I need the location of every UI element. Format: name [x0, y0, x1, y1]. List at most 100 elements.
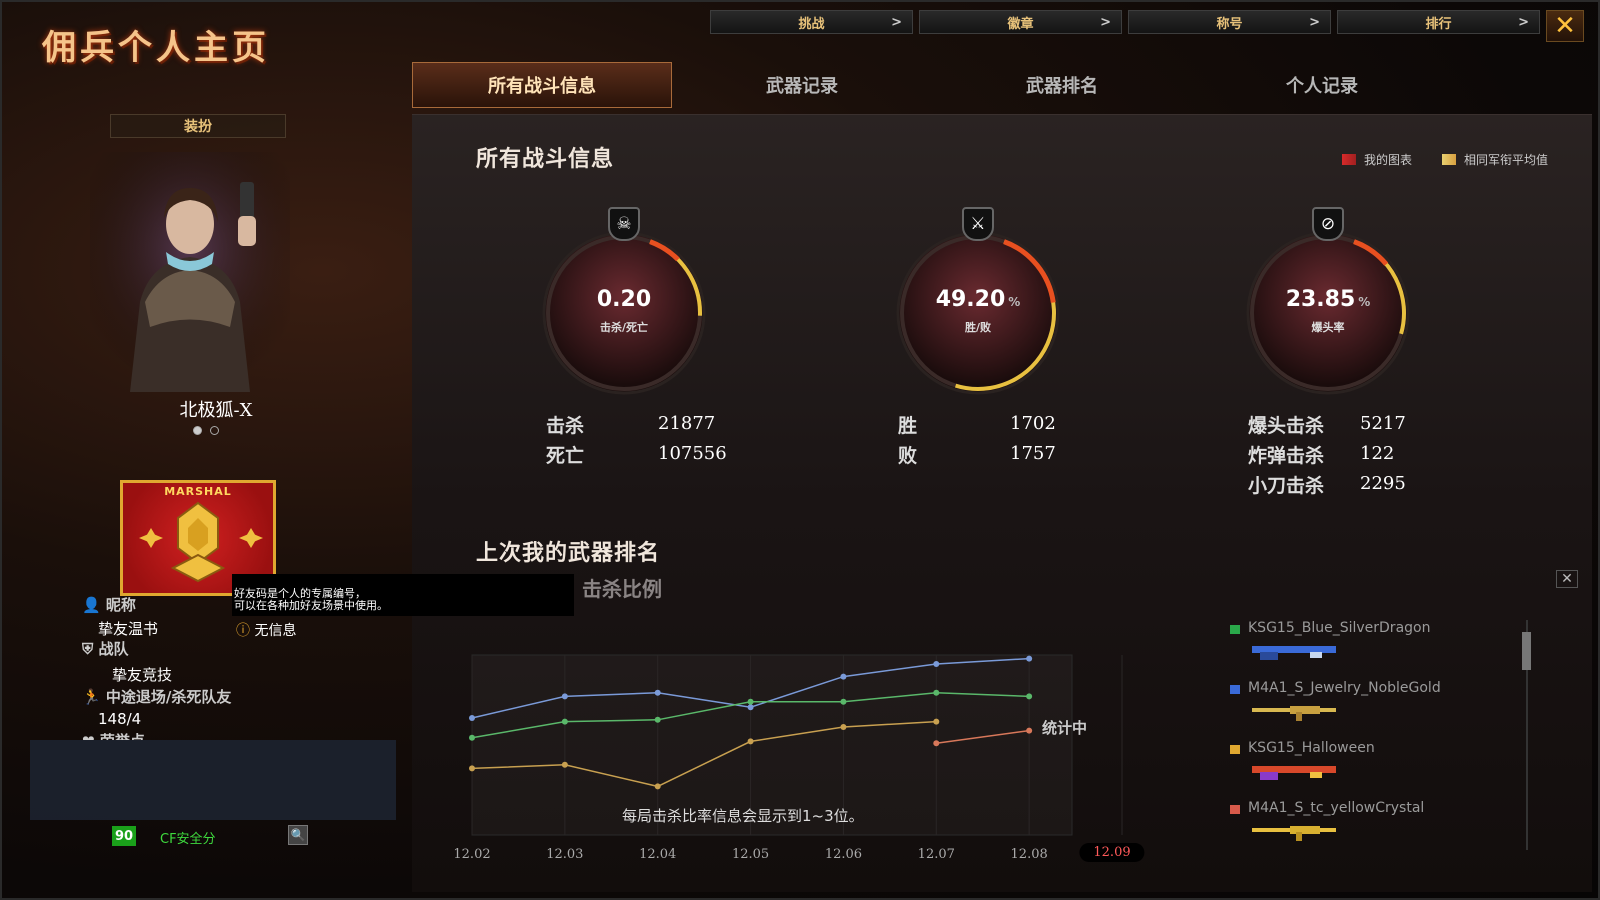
series-point: [747, 704, 754, 711]
legend-label: 我的图表: [1363, 153, 1412, 167]
nickname-label: 👤 昵称: [82, 594, 136, 615]
series-point: [840, 724, 847, 730]
weapon-list: KSG15_Blue_SilverDragon M4A1_S_Jewelry_N…: [1230, 620, 1520, 860]
weapon-rank-title: 上次我的武器排名: [476, 541, 661, 566]
legend-swatch: [1441, 154, 1456, 165]
pager-dot-active[interactable]: [193, 426, 202, 435]
shotgun-icon: [1252, 766, 1336, 780]
friend-code-tooltip: 好友码是个人的专属编号， 可以在各种加好友场景中使用。: [232, 574, 574, 616]
label-text: 荣誉点: [100, 732, 145, 740]
nav-label: 徽章: [1007, 16, 1034, 32]
weapon-item[interactable]: KSG15_Halloween: [1230, 740, 1520, 800]
help-icon[interactable]: ⓘ: [236, 623, 250, 639]
weapon-name: KSG15_Blue_SilverDragon: [1248, 620, 1431, 636]
gauge-unit: %: [1008, 295, 1021, 309]
profile-sidebar: 装扮 北极狐-X MARSHAL 好友码是个人的专属编号， 可以在各种加好友场景…: [30, 112, 574, 892]
series-point: [469, 734, 475, 741]
headshot-icon: ⊘: [1312, 207, 1344, 241]
gauge-value: 0.20: [534, 287, 714, 312]
gauge-value: 23.85%: [1238, 287, 1418, 312]
weapon-item[interactable]: KSG15_Blue_SilverDragon: [1230, 620, 1520, 680]
series-point: [469, 765, 475, 772]
gauge-ring: [542, 231, 706, 395]
kd-ratio-gauge: ☠ 0.20 击杀/死亡: [534, 207, 714, 403]
close-icon[interactable]: ✕: [1546, 10, 1584, 42]
gauge-face: [896, 231, 1060, 395]
nav-challenge-button[interactable]: 挑战 >: [710, 10, 913, 34]
chart-note: 每局击杀比率信息会显示到1~3位。: [622, 807, 864, 825]
series-point: [561, 761, 568, 768]
label-text: 中途退场/杀死队友: [105, 688, 232, 706]
bomb-kill-value: 122: [1360, 443, 1395, 464]
nav-badge-button[interactable]: 徽章 >: [919, 10, 1122, 34]
shield-icon: ⛨: [82, 640, 94, 658]
character-avatar[interactable]: [90, 152, 290, 392]
knife-kill-value: 2295: [1360, 473, 1406, 494]
close-icon[interactable]: ✕: [1556, 570, 1578, 588]
top-nav: 挑战 > 徽章 > 称号 > 排行 >: [710, 10, 1540, 34]
tab-all-battle-info[interactable]: 所有战斗信息: [412, 62, 672, 108]
legend-swatch: [1230, 805, 1240, 814]
gauge-label: 击杀/死亡: [599, 321, 649, 334]
tab-personal-records[interactable]: 个人记录: [1192, 62, 1452, 108]
legend-swatch: [1230, 685, 1240, 694]
weapon-item[interactable]: M4A1_S_Jewelry_NobleGold: [1230, 680, 1520, 740]
weapon-list-scrollbar[interactable]: [1520, 620, 1534, 850]
gauge-face: [542, 231, 706, 395]
knife-kill-label: 小刀击杀: [1248, 475, 1325, 497]
gauge-number: 0.20: [596, 287, 652, 312]
shotgun-icon: [1252, 646, 1336, 660]
x-tick-label: 12.08: [1010, 847, 1048, 862]
status-text: 无信息: [254, 623, 297, 639]
win-rate-gauge: ⚔ 49.20% 胜/败: [888, 207, 1068, 403]
nav-label: 挑战: [798, 16, 825, 32]
rank-text: MARSHAL: [164, 485, 232, 498]
gauge-number: 23.85: [1285, 287, 1356, 312]
nav-title-button[interactable]: 称号 >: [1128, 10, 1331, 34]
series-point: [933, 689, 940, 696]
rifle-icon: [1252, 706, 1336, 721]
security-score-label: CF安全分: [160, 832, 216, 847]
chart-legend: 我的图表 相同军衔平均值: [1341, 151, 1548, 168]
legend-label: 相同军衔平均值: [1463, 153, 1548, 167]
label-text: 昵称: [105, 596, 136, 614]
kill-label: 击杀: [546, 415, 585, 437]
running-man-icon: 🏃: [82, 688, 101, 706]
legend-average: 相同军衔平均值: [1441, 151, 1548, 168]
window-title: 佣兵个人主页: [42, 28, 270, 68]
profile-extra-box: [30, 740, 396, 820]
pager-dot[interactable]: [210, 426, 219, 435]
kill-value: 21877: [658, 413, 716, 434]
series-point: [747, 738, 754, 745]
series-point: [654, 716, 661, 723]
avatar-pager: [193, 426, 219, 435]
nav-label: 称号: [1216, 16, 1243, 32]
tab-weapon-records[interactable]: 武器记录: [672, 62, 932, 108]
quit-label: 🏃 中途退场/杀死队友: [82, 686, 231, 707]
series-point: [840, 673, 847, 680]
nav-ranking-button[interactable]: 排行 >: [1337, 10, 1540, 34]
legend-swatch: [1341, 154, 1356, 165]
skin-button[interactable]: 装扮: [110, 114, 286, 138]
weapon-name: M4A1_S_tc_yellowCrystal: [1248, 800, 1425, 816]
label-text: 战队: [98, 640, 129, 658]
team-value: 挚友竞技: [112, 666, 173, 684]
search-icon[interactable]: 🔍: [288, 825, 308, 845]
series-point: [654, 783, 661, 790]
likes-label: ❤ 荣誉点: [82, 730, 145, 740]
skull-crossbones-icon: ☠: [608, 207, 640, 241]
x-tick-active[interactable]: 12.09: [1079, 843, 1145, 862]
lose-label: 败: [898, 445, 918, 467]
legend-swatch: [1230, 625, 1240, 634]
battle-info-panel: 所有战斗信息 我的图表 相同军衔平均值 ☠ 0.20 击杀/死亡 ⚔ 49.20% 胜/…: [412, 114, 1592, 892]
weapon-item[interactable]: M4A1_S_tc_yellowCrystal: [1230, 800, 1520, 860]
weapon-rank-subtitle: 击杀比例: [582, 577, 662, 601]
chevron-right-icon: >: [1518, 14, 1529, 30]
win-value: 1702: [1010, 413, 1056, 434]
gauge-label: 胜/败: [964, 321, 992, 334]
tooltip-line: 可以在各种加好友场景中使用。: [234, 599, 388, 612]
bomb-kill-label: 炸弹击杀: [1248, 445, 1325, 467]
friend-code-status[interactable]: ⓘ 无信息: [236, 620, 296, 640]
tab-weapon-ranking[interactable]: 武器排名: [932, 62, 1192, 108]
scroll-thumb[interactable]: [1522, 632, 1531, 670]
